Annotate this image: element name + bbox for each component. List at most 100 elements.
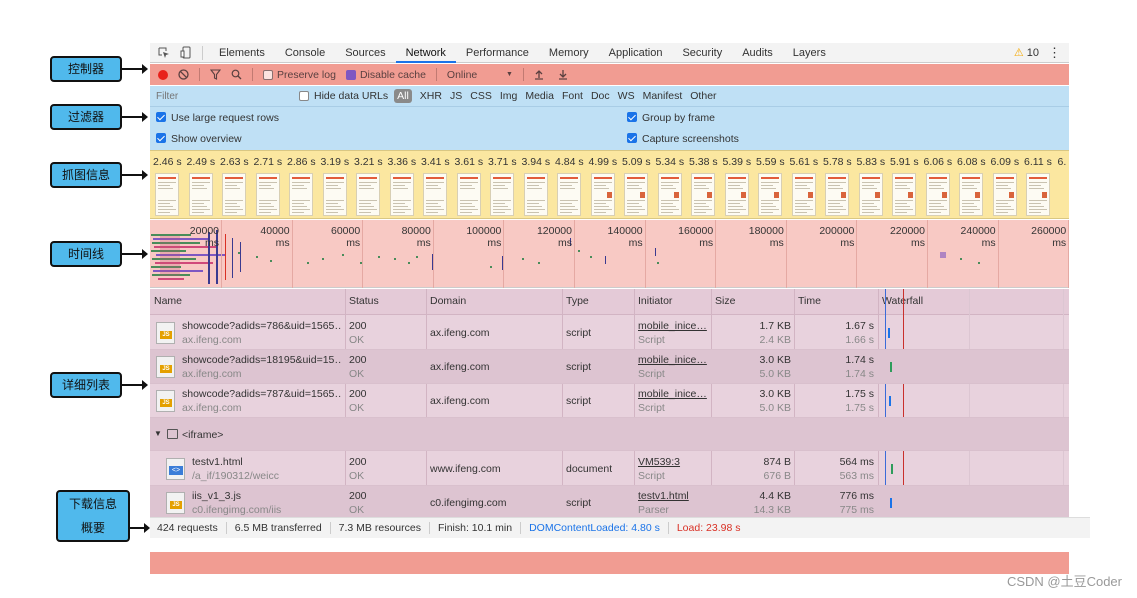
screenshot-thumbnail[interactable] [322, 173, 347, 216]
initiator-cell[interactable]: mobile_inice… [638, 320, 708, 332]
tab-elements[interactable]: Elements [209, 43, 275, 63]
initiator-sub-cell[interactable]: Parser [638, 504, 669, 516]
initiator-sub-cell[interactable]: Script [638, 470, 665, 482]
device-toolbar-icon[interactable] [178, 45, 194, 61]
table-row[interactable]: <> testv1.html/a_if/190312/weicc 200 OK www.… [150, 452, 1069, 486]
tab-network[interactable]: Network [395, 43, 456, 63]
column-time[interactable]: Time [798, 295, 821, 307]
initiator-sub-cell[interactable]: Script [638, 402, 665, 414]
inspect-element-icon[interactable] [156, 45, 172, 61]
type-filter-manifest[interactable]: Manifest [643, 90, 683, 102]
status-text-cell[interactable]: OK [349, 402, 364, 414]
domain-sub-cell[interactable]: /a_if/190312/weicc [192, 470, 342, 482]
tab-performance[interactable]: Performance [456, 43, 539, 63]
type-filter-img[interactable]: Img [500, 90, 518, 102]
screenshot-thumbnail[interactable] [456, 173, 481, 216]
size-sub-cell[interactable]: 14.3 KB [715, 504, 791, 516]
table-row[interactable]: JS showcode?adids=787&uid=1565… ax.ifeng.c… [150, 384, 1069, 418]
domain-sub-cell[interactable]: ax.ifeng.com [182, 368, 342, 380]
screenshot-thumbnail[interactable] [724, 173, 749, 216]
more-options-icon[interactable]: ⋮ [1048, 45, 1061, 61]
tab-layers[interactable]: Layers [783, 43, 836, 63]
type-filter-all[interactable]: All [394, 89, 412, 103]
preserve-log-checkbox[interactable]: Preserve log [263, 69, 336, 81]
tab-security[interactable]: Security [672, 43, 732, 63]
column-size[interactable]: Size [715, 295, 735, 307]
type-filter-css[interactable]: CSS [470, 90, 492, 102]
screenshot-thumbnail[interactable] [155, 173, 179, 216]
show-overview-box[interactable] [156, 133, 166, 143]
initiator-cell[interactable]: mobile_inice… [638, 354, 708, 366]
screenshot-thumbnail[interactable] [423, 173, 447, 216]
initiator-sub-cell[interactable]: Script [638, 334, 665, 346]
export-har-icon[interactable] [558, 69, 568, 80]
domain-sub-cell[interactable]: c0.ifengimg.com/iis [192, 504, 342, 516]
use-large-rows-box[interactable] [156, 112, 166, 122]
size-sub-cell[interactable]: 5.0 KB [715, 368, 791, 380]
size-sub-cell[interactable]: 2.4 KB [715, 334, 791, 346]
show-overview-checkbox[interactable]: Show overview [156, 133, 242, 145]
tab-audits[interactable]: Audits [732, 43, 783, 63]
screenshot-thumbnail[interactable] [858, 173, 883, 216]
initiator-cell[interactable]: mobile_inice… [638, 388, 708, 400]
time-sub-cell[interactable]: 1.75 s [798, 402, 874, 414]
expand-caret-icon[interactable]: ▼ [154, 429, 162, 438]
screenshot-thumbnail[interactable] [523, 173, 548, 216]
screenshot-thumbnail[interactable] [992, 173, 1017, 216]
disable-cache-box[interactable] [345, 69, 356, 80]
time-sub-cell[interactable]: 563 ms [798, 470, 874, 482]
screenshot-thumbnail[interactable] [255, 173, 280, 216]
screenshot-thumbnail[interactable] [959, 173, 983, 216]
status-text-cell[interactable]: OK [349, 334, 364, 346]
size-sub-cell[interactable]: 5.0 KB [715, 402, 791, 414]
iframe-group-row[interactable]: ▼ <iframe> [150, 418, 1069, 451]
domain-sub-cell[interactable]: ax.ifeng.com [182, 402, 342, 414]
group-by-frame-box[interactable] [627, 112, 637, 122]
search-icon[interactable] [231, 69, 242, 80]
hide-data-urls-checkbox[interactable]: Hide data URLs [299, 90, 388, 102]
table-row[interactable]: JS showcode?adids=786&uid=1565… ax.ifeng.c… [150, 316, 1069, 350]
tab-memory[interactable]: Memory [539, 43, 599, 63]
disable-cache-checkbox[interactable]: Disable cache [345, 69, 426, 81]
record-icon[interactable] [158, 69, 168, 80]
status-text-cell[interactable]: OK [349, 470, 364, 482]
type-filter-other[interactable]: Other [690, 90, 716, 102]
tab-console[interactable]: Console [275, 43, 335, 63]
screenshot-thumbnail[interactable] [758, 173, 782, 216]
screenshot-thumbnail[interactable] [825, 173, 849, 216]
screenshot-thumbnail[interactable] [188, 173, 213, 216]
screenshot-thumbnail[interactable] [624, 173, 648, 216]
timeline-overview[interactable]: 20000 ms 40000 ms 60000 ms 80000 ms 100000 m… [150, 220, 1070, 288]
screenshot-thumbnail[interactable] [557, 173, 581, 216]
warning-counter[interactable]: ⚠ 10 [1014, 46, 1039, 59]
screenshot-thumbnail[interactable] [590, 173, 615, 216]
initiator-cell[interactable]: testv1.html [638, 490, 708, 502]
initiator-cell[interactable]: VM539:3 [638, 456, 708, 468]
type-filter-ws[interactable]: WS [618, 90, 635, 102]
capture-screenshots-checkbox[interactable]: Capture screenshots [627, 133, 739, 145]
column-domain[interactable]: Domain [430, 295, 466, 307]
filter-toggle-icon[interactable] [210, 69, 221, 80]
screenshot-thumbnail[interactable] [657, 173, 682, 216]
size-sub-cell[interactable]: 676 B [715, 470, 791, 482]
status-text-cell[interactable]: OK [349, 368, 364, 380]
preserve-log-box[interactable] [263, 69, 273, 80]
screenshot-thumbnail[interactable] [925, 173, 950, 216]
screenshot-thumbnail[interactable] [691, 173, 715, 216]
screenshot-thumbnail[interactable] [1026, 173, 1050, 216]
column-status[interactable]: Status [349, 295, 379, 307]
screenshot-thumbnail[interactable] [892, 173, 916, 216]
clear-icon[interactable] [178, 69, 189, 80]
table-row[interactable]: JS iis_v1_3.js c0.ifengimg.com/iis 200 OK c0.… [150, 486, 1069, 520]
time-sub-cell[interactable]: 1.66 s [798, 334, 874, 346]
type-filter-doc[interactable]: Doc [591, 90, 610, 102]
column-initiator[interactable]: Initiator [638, 295, 672, 307]
use-large-rows-checkbox[interactable]: Use large request rows [156, 112, 279, 124]
tab-application[interactable]: Application [599, 43, 673, 63]
column-type[interactable]: Type [566, 295, 589, 307]
domain-sub-cell[interactable]: ax.ifeng.com [182, 334, 342, 346]
tab-sources[interactable]: Sources [335, 43, 395, 63]
capture-screenshots-box[interactable] [627, 133, 637, 143]
hide-data-urls-box[interactable] [299, 91, 309, 101]
type-filter-xhr[interactable]: XHR [420, 90, 442, 102]
